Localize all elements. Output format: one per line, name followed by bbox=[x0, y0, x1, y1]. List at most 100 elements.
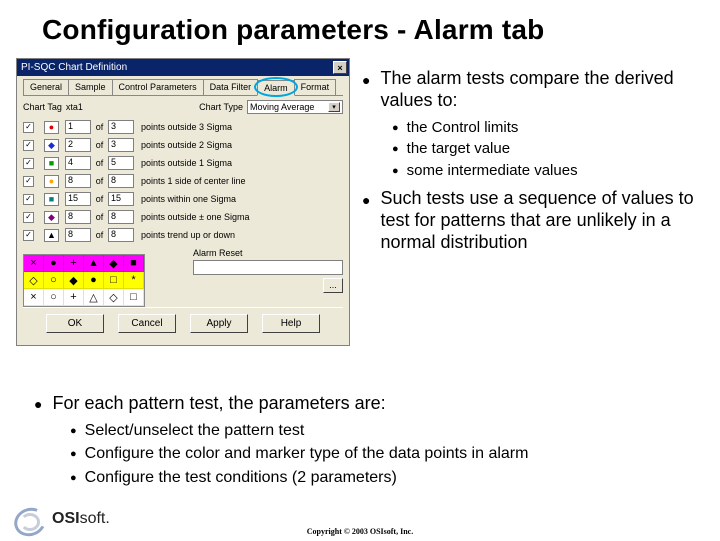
bullet-text: Such tests use a sequence of values to t… bbox=[380, 188, 708, 254]
dialog-button-row: OK Cancel Apply Help bbox=[23, 307, 343, 339]
bullet-icon: ● bbox=[70, 468, 77, 489]
alarm-test-checkbox[interactable]: ✓ bbox=[23, 158, 34, 169]
bullet-icon: ● bbox=[70, 421, 77, 442]
alarm-test-marker[interactable]: ■ bbox=[44, 157, 59, 170]
palette-cell[interactable]: ○ bbox=[44, 272, 64, 289]
marker-palette[interactable]: ×●+▲◆■◇○◆●□*×○+△◇□ bbox=[23, 254, 145, 307]
alarm-test-checkbox[interactable]: ✓ bbox=[23, 230, 34, 241]
chart-tag-label: Chart Tag bbox=[23, 102, 62, 112]
chevron-down-icon bbox=[328, 102, 340, 112]
alarm-test-param2[interactable]: 8 bbox=[108, 210, 134, 224]
alarm-test-param1[interactable]: 2 bbox=[65, 138, 91, 152]
dialog-title: PI-SQC Chart Definition bbox=[21, 62, 333, 73]
alarm-test-marker[interactable]: ■ bbox=[44, 193, 59, 206]
browse-button[interactable]: ... bbox=[323, 278, 343, 293]
alarm-test-param2[interactable]: 8 bbox=[108, 228, 134, 242]
ok-button[interactable]: OK bbox=[46, 314, 104, 333]
tab-control-parameters[interactable]: Control Parameters bbox=[112, 79, 204, 95]
apply-button[interactable]: Apply bbox=[190, 314, 248, 333]
alarm-test-checkbox[interactable]: ✓ bbox=[23, 176, 34, 187]
palette-cell[interactable]: △ bbox=[84, 289, 104, 306]
palette-cell[interactable]: + bbox=[64, 255, 84, 272]
palette-cell[interactable]: × bbox=[24, 255, 44, 272]
bullet-icon: ● bbox=[392, 161, 399, 181]
palette-cell[interactable]: ● bbox=[44, 255, 64, 272]
palette-cell[interactable]: ◇ bbox=[24, 272, 44, 289]
alarm-test-param2[interactable]: 15 bbox=[108, 192, 134, 206]
palette-cell[interactable]: × bbox=[24, 289, 44, 306]
bullet-level2: ● Select/unselect the pattern test bbox=[70, 421, 698, 442]
bullet-level2: ●Configure the test conditions (2 parame… bbox=[70, 468, 698, 489]
right-column: ● The alarm tests compare the derived va… bbox=[362, 68, 708, 260]
alarm-test-param2[interactable]: 8 bbox=[108, 174, 134, 188]
alarm-test-checkbox[interactable]: ✓ bbox=[23, 122, 34, 133]
bullet-icon: ● bbox=[362, 68, 370, 112]
palette-cell[interactable]: ◇ bbox=[104, 289, 124, 306]
dialog-window: PI-SQC Chart Definition × General Sample… bbox=[16, 58, 350, 346]
palette-cell[interactable]: * bbox=[124, 272, 144, 289]
palette-cell[interactable]: ▲ bbox=[84, 255, 104, 272]
alarm-test-param1[interactable]: 1 bbox=[65, 120, 91, 134]
alarm-tests-grid: ✓●1of3points outside 3 Sigma✓◆2of3points… bbox=[23, 120, 343, 242]
lower-column: ● For each pattern test, the parameters … bbox=[34, 392, 698, 492]
alarm-test-desc: points within one Sigma bbox=[137, 194, 343, 204]
tab-format[interactable]: Format bbox=[294, 79, 337, 95]
chart-type-combo[interactable]: Moving Average bbox=[247, 100, 343, 114]
palette-cell[interactable]: □ bbox=[104, 272, 124, 289]
palette-cell[interactable]: ◆ bbox=[64, 272, 84, 289]
dialog-titlebar: PI-SQC Chart Definition × bbox=[17, 59, 349, 76]
bullet-level2: ● the Control limits bbox=[392, 118, 708, 138]
bullet-icon: ● bbox=[362, 188, 370, 254]
palette-cell[interactable]: ● bbox=[84, 272, 104, 289]
alarm-test-desc: points outside 2 Sigma bbox=[137, 140, 343, 150]
tab-general[interactable]: General bbox=[23, 79, 69, 95]
alarm-test-param2[interactable]: 5 bbox=[108, 156, 134, 170]
bullet-level1: ● For each pattern test, the parameters … bbox=[34, 392, 698, 415]
alarm-test-checkbox[interactable]: ✓ bbox=[23, 194, 34, 205]
of-label: of bbox=[94, 122, 105, 132]
palette-cell[interactable]: + bbox=[64, 289, 84, 306]
alarm-reset-field[interactable] bbox=[193, 260, 343, 275]
of-label: of bbox=[94, 140, 105, 150]
dialog-body: General Sample Control Parameters Data F… bbox=[17, 76, 349, 345]
alarm-test-desc: points outside 1 Sigma bbox=[137, 158, 343, 168]
bullet-text: For each pattern test, the parameters ar… bbox=[52, 392, 385, 415]
tab-sample[interactable]: Sample bbox=[68, 79, 113, 95]
chart-tag-value: xta1 bbox=[66, 102, 83, 112]
bullet-text: the target value bbox=[407, 139, 510, 159]
alarm-test-marker[interactable]: ◆ bbox=[44, 139, 59, 152]
chart-type-value: Moving Average bbox=[250, 102, 314, 112]
alarm-test-param1[interactable]: 15 bbox=[65, 192, 91, 206]
bullet-text: the Control limits bbox=[407, 118, 519, 138]
bullet-level1: ● Such tests use a sequence of values to… bbox=[362, 188, 708, 254]
alarm-test-checkbox[interactable]: ✓ bbox=[23, 212, 34, 223]
of-label: of bbox=[94, 194, 105, 204]
alarm-test-checkbox[interactable]: ✓ bbox=[23, 140, 34, 151]
tab-alarm[interactable]: Alarm bbox=[257, 80, 295, 96]
bullet-icon: ● bbox=[70, 444, 77, 465]
alarm-test-marker[interactable]: ▲ bbox=[44, 229, 59, 242]
close-icon[interactable]: × bbox=[333, 61, 347, 74]
bullet-text: Configure the color and marker type of t… bbox=[85, 444, 529, 465]
cancel-button[interactable]: Cancel bbox=[118, 314, 176, 333]
help-button[interactable]: Help bbox=[262, 314, 320, 333]
alarm-test-param1[interactable]: 8 bbox=[65, 210, 91, 224]
palette-cell[interactable]: ◆ bbox=[104, 255, 124, 272]
alarm-test-marker[interactable]: ● bbox=[44, 175, 59, 188]
palette-cell[interactable]: □ bbox=[124, 289, 144, 306]
palette-cell[interactable]: ○ bbox=[44, 289, 64, 306]
alarm-test-param1[interactable]: 8 bbox=[65, 228, 91, 242]
alarm-reset-label: Alarm Reset bbox=[193, 248, 343, 258]
footer: OSIsoft. Copyright © 2003 OSIsoft, Inc. bbox=[0, 500, 720, 540]
alarm-test-param1[interactable]: 8 bbox=[65, 174, 91, 188]
palette-cell[interactable]: ■ bbox=[124, 255, 144, 272]
alarm-test-marker[interactable]: ● bbox=[44, 121, 59, 134]
tab-data-filter[interactable]: Data Filter bbox=[203, 79, 259, 95]
logo-text: OSIsoft. bbox=[52, 510, 110, 528]
alarm-test-param1[interactable]: 4 bbox=[65, 156, 91, 170]
alarm-test-marker[interactable]: ◆ bbox=[44, 211, 59, 224]
bullet-text: Select/unselect the pattern test bbox=[85, 421, 305, 442]
bullet-icon: ● bbox=[392, 118, 399, 138]
alarm-test-param2[interactable]: 3 bbox=[108, 120, 134, 134]
alarm-test-param2[interactable]: 3 bbox=[108, 138, 134, 152]
